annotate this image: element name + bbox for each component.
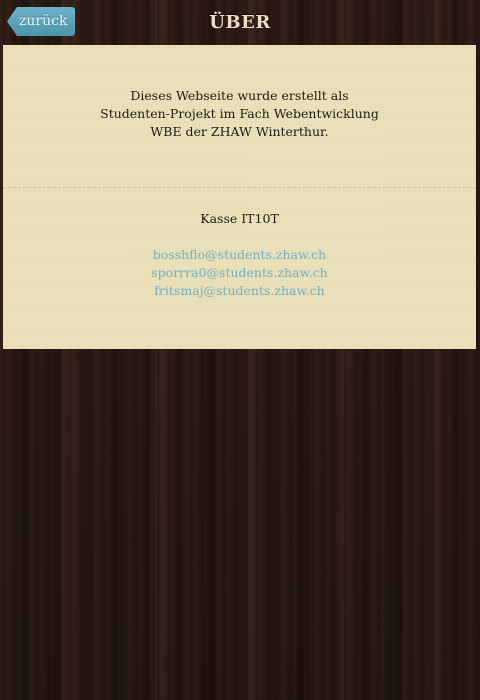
email-link[interactable]: fritsmaj@students.zhaw.ch — [3, 282, 476, 300]
email-list: bosshflo@students.zhaw.ch sporrra0@stude… — [3, 246, 476, 300]
class-name: Kasse IT10T — [200, 211, 279, 226]
contact-section: Kasse IT10T bosshflo@students.zhaw.ch sp… — [3, 210, 476, 300]
email-link[interactable]: bosshflo@students.zhaw.ch — [3, 246, 476, 264]
content-panel: Dieses Webseite wurde erstellt als Stude… — [3, 45, 476, 349]
section-divider — [3, 187, 476, 188]
about-text: Dieses Webseite wurde erstellt als Stude… — [100, 88, 379, 139]
header-bar: zurück ÜBER — [0, 0, 480, 45]
email-link[interactable]: sporrra0@students.zhaw.ch — [3, 264, 476, 282]
page-title: ÜBER — [209, 12, 271, 33]
about-section: Dieses Webseite wurde erstellt als Stude… — [3, 87, 476, 141]
